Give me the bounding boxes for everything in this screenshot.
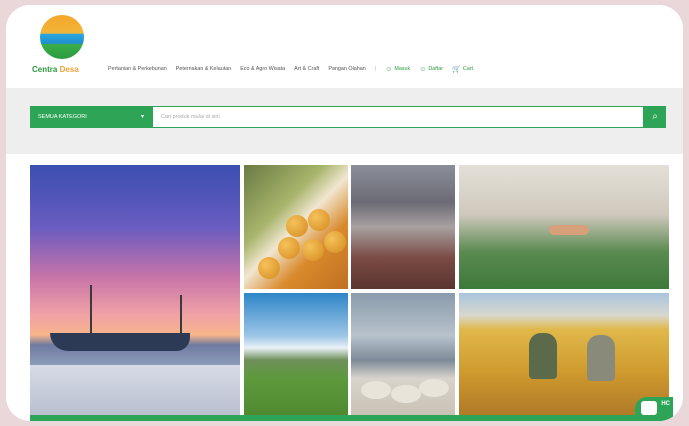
search-button[interactable]: ⌕	[644, 106, 666, 128]
site-header: Centra Desa Pertanian & Perkebunan Peter…	[6, 5, 683, 81]
snack-ball	[286, 215, 308, 237]
category-select-label: SEMUA KATEGORI	[38, 114, 87, 120]
banner-image-farmers[interactable]	[459, 293, 669, 415]
masuk-link[interactable]: ☺ Masuk	[385, 66, 410, 73]
daftar-link[interactable]: ☺ Daftar	[419, 66, 443, 73]
snack-ball	[302, 239, 324, 261]
green-footer-strip	[30, 415, 669, 421]
banner-image-textiles[interactable]	[351, 165, 455, 289]
cart-label: Cart	[462, 66, 473, 72]
snack-ball	[308, 209, 330, 231]
snack-ball	[258, 257, 280, 279]
snack-ball	[278, 237, 300, 259]
banner-image-snacks[interactable]	[244, 165, 348, 289]
search-input[interactable]: Cari produk mulai di sini	[152, 106, 644, 128]
banner-image-fish-sheep[interactable]	[351, 293, 455, 415]
cart-icon: 🛒	[452, 66, 461, 73]
masuk-label: Masuk	[394, 66, 411, 72]
nav-link-peternakan[interactable]: Peternakan & Kelautan	[176, 66, 231, 72]
logo-wordmark: Centra Desa	[32, 65, 112, 74]
farmer-figure	[529, 333, 557, 379]
nav-link-craft[interactable]: Art & Craft	[294, 66, 319, 72]
nav-link-pertanian[interactable]: Pertanian & Perkebunan	[108, 66, 167, 72]
logo-emblem-icon	[40, 15, 84, 59]
browser-window: Centra Desa Pertanian & Perkebunan Peter…	[6, 5, 683, 421]
sheep	[391, 385, 421, 403]
fishing-boat	[50, 333, 190, 351]
banner-image-coast-boats[interactable]	[30, 165, 240, 415]
logo-name-part2: Desa	[59, 65, 79, 74]
chevron-down-icon: ▾	[140, 114, 144, 120]
help-center-badge[interactable]: HC	[635, 397, 673, 421]
search-icon: ⌕	[652, 111, 658, 122]
sheep	[419, 379, 449, 397]
nav-link-wisata[interactable]: Eco & Agro Wisata	[240, 66, 285, 72]
banner-image-rice-field[interactable]	[244, 293, 348, 415]
user-add-icon: ☺	[419, 65, 427, 73]
snack-ball	[324, 231, 346, 253]
boat-mast	[180, 295, 182, 335]
sheep	[361, 381, 391, 399]
help-badge-label: HC	[661, 401, 670, 407]
nav-link-pangan[interactable]: Pangan Olahan	[328, 66, 365, 72]
logo-name-part1: Centra	[32, 65, 58, 74]
nav-separator: |	[374, 66, 377, 72]
boat-mast	[90, 285, 92, 335]
user-icon: ☺	[385, 65, 393, 73]
help-people-icon	[641, 401, 657, 415]
handshake	[549, 225, 589, 235]
banner-image-handshake[interactable]	[459, 165, 669, 289]
main-nav: Pertanian & Perkebunan Peternakan & Kela…	[108, 63, 473, 75]
category-select[interactable]: SEMUA KATEGORI ▾	[30, 106, 152, 128]
site-logo[interactable]: Centra Desa	[32, 15, 102, 75]
farmer-figure	[587, 335, 615, 381]
beach-sand	[30, 365, 240, 415]
daftar-label: Daftar	[428, 66, 444, 72]
cart-link[interactable]: 🛒 Cart	[452, 65, 473, 73]
search-bar: SEMUA KATEGORI ▾ Cari produk mulai di si…	[6, 88, 683, 154]
